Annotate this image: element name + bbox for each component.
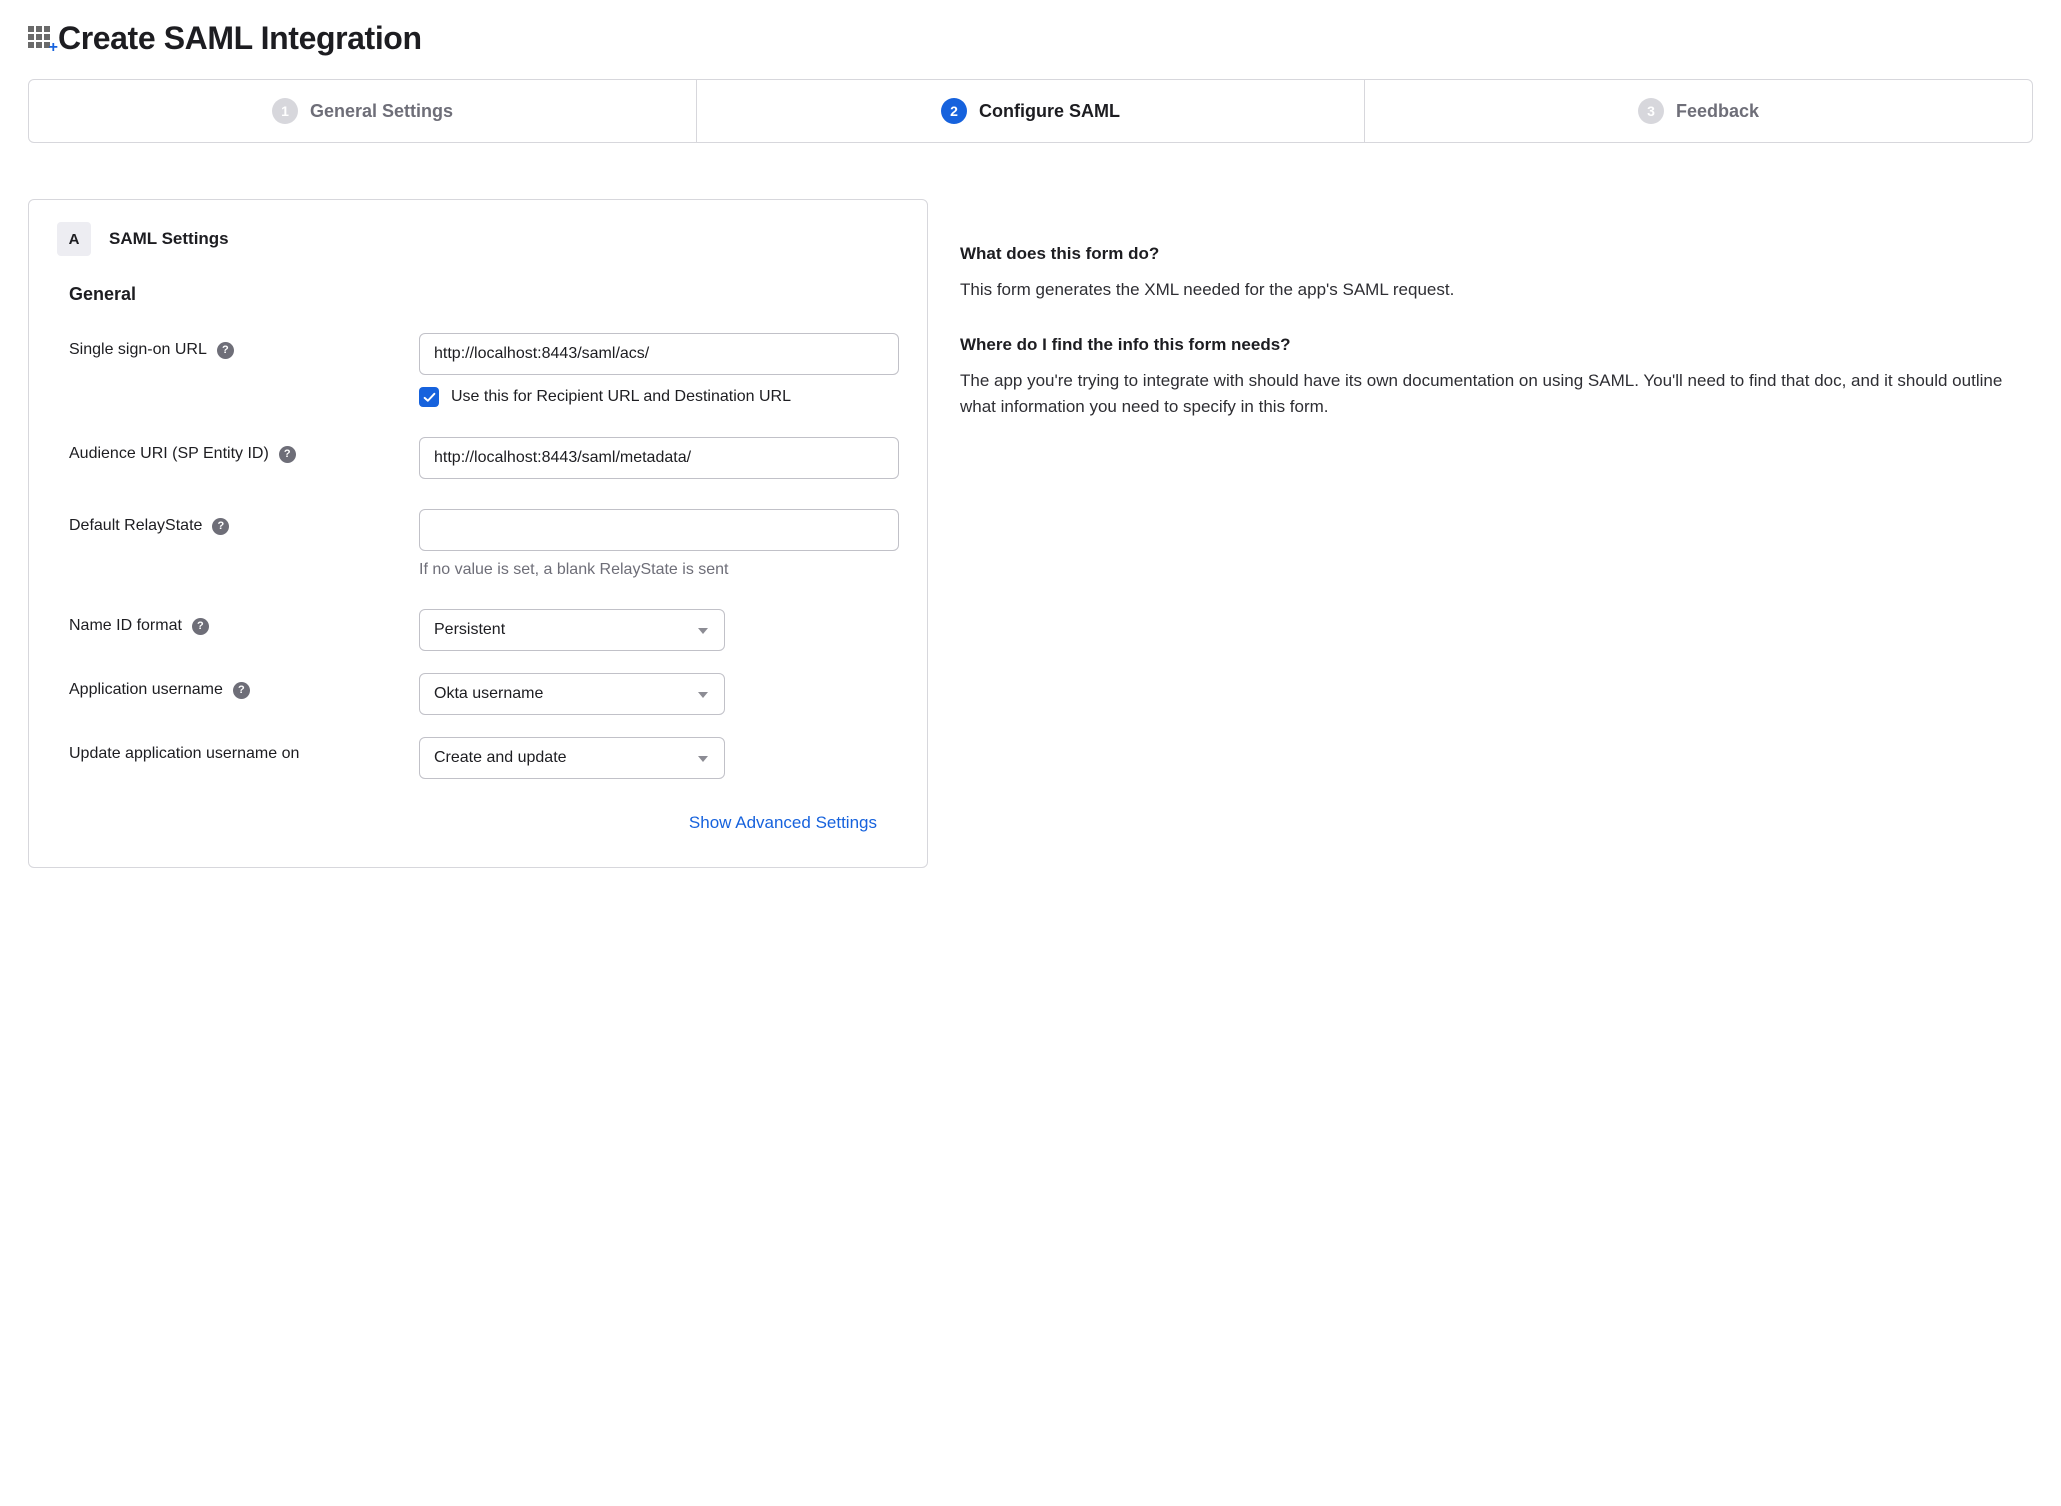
step-label: Feedback — [1676, 101, 1759, 122]
field-update-username-on: Update application username on Create an… — [57, 737, 899, 779]
sidebar-q2-title: Where do I find the info this form needs… — [960, 332, 2033, 358]
help-icon[interactable]: ? — [233, 682, 250, 699]
field-relay-state: Default RelayState ? If no value is set,… — [57, 509, 899, 579]
update-username-on-label: Update application username on — [69, 745, 299, 763]
help-sidebar: What does this form do? This form genera… — [960, 199, 2033, 449]
wizard-steps: 1 General Settings 2 Configure SAML 3 Fe… — [28, 79, 2033, 143]
help-icon[interactable]: ? — [192, 618, 209, 635]
sso-url-input[interactable] — [419, 333, 899, 375]
step-label: Configure SAML — [979, 101, 1120, 122]
relay-state-input[interactable] — [419, 509, 899, 551]
step-general-settings[interactable]: 1 General Settings — [29, 80, 697, 142]
step-feedback[interactable]: 3 Feedback — [1365, 80, 2032, 142]
sso-url-label: Single sign-on URL — [69, 341, 207, 359]
show-advanced-settings-link[interactable]: Show Advanced Settings — [57, 813, 899, 833]
field-app-username: Application username ? Okta username — [57, 673, 899, 715]
step-number: 1 — [272, 98, 298, 124]
app-grid-icon: + — [28, 26, 54, 52]
field-audience-uri: Audience URI (SP Entity ID) ? — [57, 437, 899, 479]
subheading-general: General — [69, 284, 899, 305]
step-number: 2 — [941, 98, 967, 124]
check-icon — [423, 391, 436, 404]
field-sso-url: Single sign-on URL ? Use this for Recipi… — [57, 333, 899, 407]
page-title: Create SAML Integration — [58, 20, 422, 57]
section-letter: A — [57, 222, 91, 256]
sidebar-q1-title: What does this form do? — [960, 241, 2033, 267]
relay-state-hint: If no value is set, a blank RelayState i… — [419, 561, 899, 579]
audience-uri-label: Audience URI (SP Entity ID) — [69, 445, 269, 463]
select-value: Create and update — [434, 749, 567, 766]
saml-settings-card: A SAML Settings General Single sign-on U… — [28, 199, 928, 868]
name-id-format-select[interactable]: Persistent — [419, 609, 725, 651]
section-title: SAML Settings — [109, 229, 229, 249]
help-icon[interactable]: ? — [217, 342, 234, 359]
update-username-on-select[interactable]: Create and update — [419, 737, 725, 779]
select-value: Persistent — [434, 621, 505, 638]
use-for-recipient-checkbox[interactable] — [419, 387, 439, 407]
step-number: 3 — [1638, 98, 1664, 124]
relay-state-label: Default RelayState — [69, 517, 202, 535]
sidebar-q2-body: The app you're trying to integrate with … — [960, 368, 2033, 421]
help-icon[interactable]: ? — [212, 518, 229, 535]
app-username-label: Application username — [69, 681, 223, 699]
step-configure-saml[interactable]: 2 Configure SAML — [697, 80, 1365, 142]
audience-uri-input[interactable] — [419, 437, 899, 479]
field-name-id-format: Name ID format ? Persistent — [57, 609, 899, 651]
help-icon[interactable]: ? — [279, 446, 296, 463]
select-value: Okta username — [434, 685, 543, 702]
section-header: A SAML Settings — [57, 222, 899, 256]
use-for-recipient-label: Use this for Recipient URL and Destinati… — [451, 388, 791, 406]
app-username-select[interactable]: Okta username — [419, 673, 725, 715]
sidebar-q1-body: This form generates the XML needed for t… — [960, 277, 2033, 303]
name-id-format-label: Name ID format — [69, 617, 182, 635]
page-header: + Create SAML Integration — [28, 20, 2033, 57]
step-label: General Settings — [310, 101, 453, 122]
